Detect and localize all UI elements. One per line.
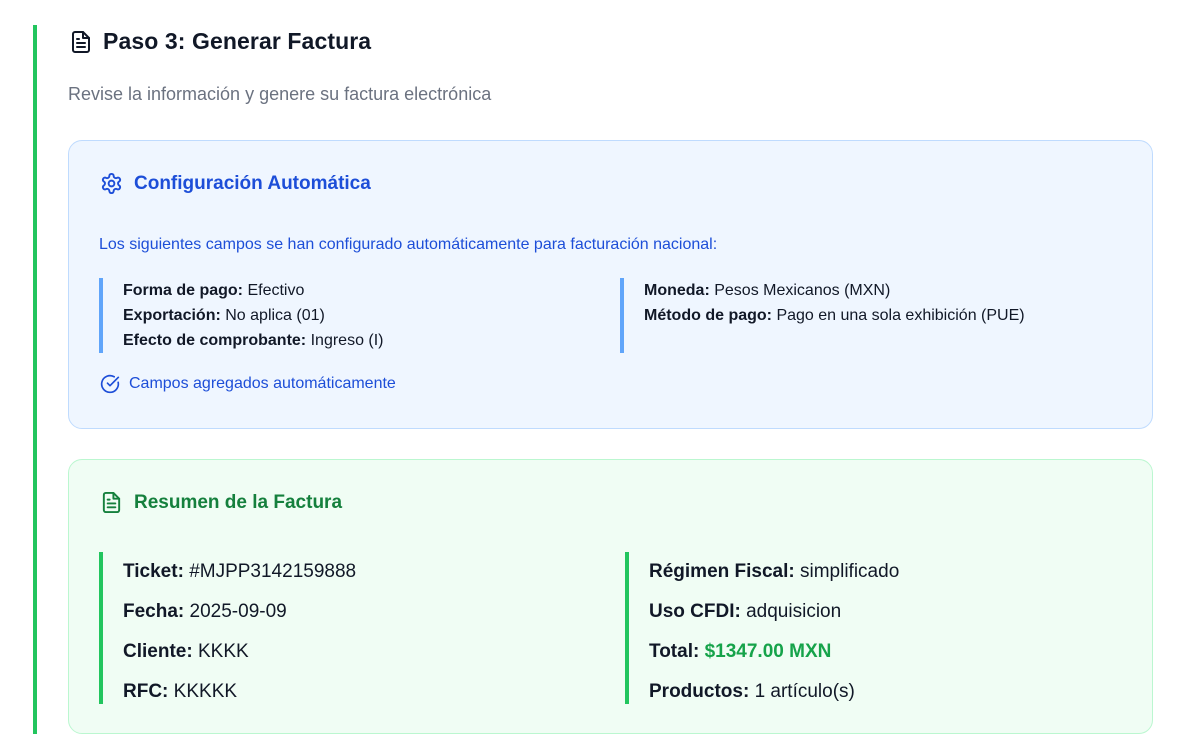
step-title: Paso 3: Generar Factura [103, 28, 372, 54]
auto-fields-confirmation: Campos agregados automáticamente [100, 374, 396, 394]
field-fecha: Fecha: 2025-09-09 [123, 601, 287, 622]
invoice-summary-header: Resumen de la Factura [100, 491, 342, 514]
auto-config-right-fields: Moneda: Pesos Mexicanos (MXN) Método de … [620, 278, 1025, 353]
auto-fields-confirmation-text: Campos agregados automáticamente [129, 375, 396, 392]
auto-config-left-fields: Forma de pago: Efectivo Exportación: No … [99, 278, 384, 353]
invoice-step-panel: Paso 3: Generar Factura Revise la inform… [0, 0, 1187, 734]
step-subtitle: Revise la información y genere su factur… [68, 84, 492, 104]
field-rfc: RFC: KKKKK [123, 681, 238, 702]
field-total: Total: $1347.00 MXN [649, 641, 832, 662]
auto-config-card: Configuración Automática Los siguientes … [68, 140, 1153, 429]
invoice-summary-right-fields: Régimen Fiscal: simplificado Uso CFDI: a… [625, 552, 899, 704]
invoice-summary-title: Resumen de la Factura [134, 491, 343, 513]
auto-config-title: Configuración Automática [134, 172, 371, 194]
field-productos: Productos: 1 artículo(s) [649, 681, 855, 702]
field-uso-cfdi: Uso CFDI: adquisicion [649, 601, 842, 622]
invoice-summary-left-fields: Ticket: #MJPP3142159888 Fecha: 2025-09-0… [99, 552, 356, 704]
document-icon [100, 491, 123, 514]
check-circle-icon [100, 374, 120, 394]
auto-config-header: Configuración Automática [100, 172, 371, 195]
field-efecto-comprobante: Efecto de comprobante: Ingreso (I) [123, 332, 384, 349]
field-metodo-de-pago: Método de pago: Pago en una sola exhibic… [644, 307, 1025, 324]
document-icon [69, 30, 93, 54]
field-regimen-fiscal: Régimen Fiscal: simplificado [649, 561, 900, 582]
gear-icon [100, 172, 123, 195]
invoice-summary-card: Resumen de la Factura Ticket: #MJPP31421… [68, 459, 1153, 734]
total-amount: $1347.00 MXN [704, 641, 832, 662]
field-forma-de-pago: Forma de pago: Efectivo [123, 282, 305, 299]
auto-config-note: Los siguientes campos se han configurado… [99, 236, 718, 253]
step-header: Paso 3: Generar Factura [69, 28, 371, 55]
field-ticket: Ticket: #MJPP3142159888 [123, 561, 357, 582]
step-accent-bar [33, 25, 37, 734]
field-moneda: Moneda: Pesos Mexicanos (MXN) [644, 282, 891, 299]
field-exportacion: Exportación: No aplica (01) [123, 307, 325, 324]
field-cliente: Cliente: KKKK [123, 641, 249, 662]
